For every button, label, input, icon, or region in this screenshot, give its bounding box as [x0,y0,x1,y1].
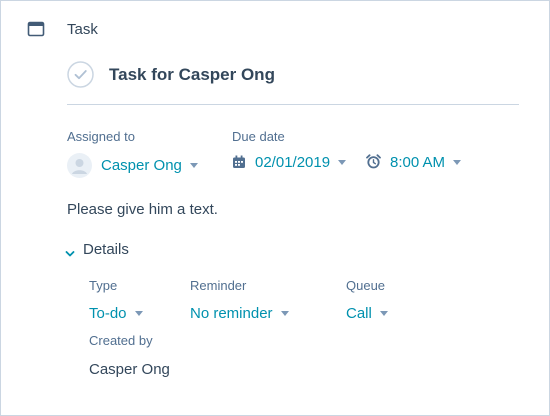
title-divider [67,104,519,105]
due-date-value: 02/01/2019 [255,154,331,171]
created-by-value: Casper Ong [89,361,170,378]
due-time-value: 8:00 AM [390,154,446,171]
task-card: Task Task for Casper Ong Assigned to Cas… [0,0,550,416]
created-by-label: Created by [89,333,153,348]
assigned-to-value: Casper Ong [101,157,182,174]
type-value: To-do [89,305,127,322]
reminder-value: No reminder [190,305,273,322]
chevron-down-icon [134,310,143,316]
chevron-down-icon [280,310,289,316]
due-date-label: Due date [232,129,285,144]
due-time-dropdown[interactable]: 8:00 AM [390,154,462,171]
calendar-icon [232,155,246,169]
task-title[interactable]: Task for Casper Ong [109,65,275,85]
queue-value: Call [346,305,372,322]
chevron-down-icon [65,245,75,256]
type-label: Type [89,278,118,293]
details-toggle-label: Details [83,241,129,258]
check-circle-icon[interactable] [67,61,94,88]
chevron-down-icon [379,310,388,316]
task-icon [27,20,45,38]
header-label: Task [67,21,98,38]
task-note[interactable]: Please give him a text. [67,201,218,218]
chevron-down-icon [189,162,198,168]
avatar-icon [67,153,92,178]
queue-label: Queue [346,278,386,293]
details-toggle[interactable]: Details [65,241,129,258]
due-date-dropdown[interactable]: 02/01/2019 [255,154,347,171]
reminder-label: Reminder [190,278,247,293]
assigned-to-label: Assigned to [67,129,135,144]
queue-dropdown[interactable]: Call [346,305,388,322]
assigned-to-dropdown[interactable]: Casper Ong [101,157,198,174]
alarm-clock-icon [366,154,381,169]
chevron-down-icon [453,159,462,165]
reminder-dropdown[interactable]: No reminder [190,305,289,322]
type-dropdown[interactable]: To-do [89,305,143,322]
chevron-down-icon [338,159,347,165]
